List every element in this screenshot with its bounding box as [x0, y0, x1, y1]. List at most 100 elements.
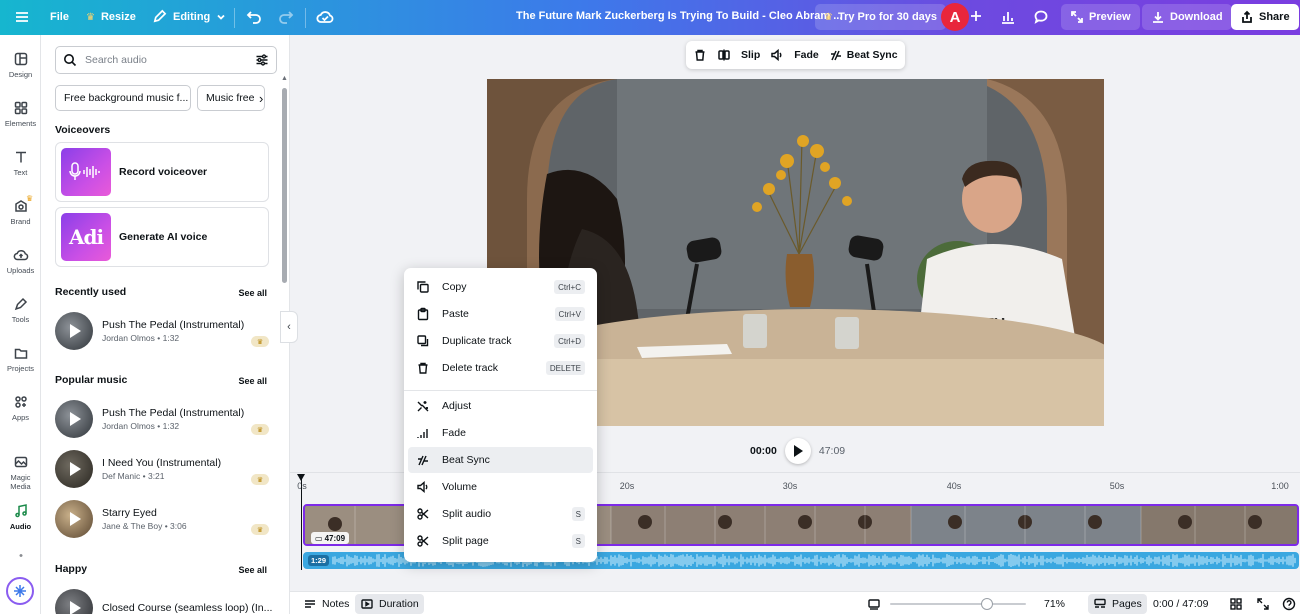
menu-item-duplicate-track[interactable]: Duplicate track Ctrl+D: [408, 328, 593, 354]
magic-assistant-button[interactable]: [6, 577, 34, 605]
menu-item-paste[interactable]: Paste Ctrl+V: [408, 301, 593, 327]
menu-item-delete-track[interactable]: Delete track DELETE: [408, 355, 593, 381]
volume-icon[interactable]: [770, 48, 784, 62]
rail-item-apps[interactable]: Apps: [0, 394, 41, 422]
divider: [305, 8, 306, 28]
split-audio-icon: [417, 508, 429, 520]
zoom-slider-handle[interactable]: [980, 598, 993, 610]
filter-icon[interactable]: [255, 53, 269, 67]
chevron-right-icon[interactable]: ›: [259, 91, 263, 106]
editing-mode-button[interactable]: Editing: [152, 9, 226, 24]
menu-item-beat-sync[interactable]: Beat Sync: [408, 447, 593, 473]
zoom-slider[interactable]: [890, 598, 1026, 610]
clip-duration-badge: ▭ 47:09: [311, 532, 350, 544]
file-menu-button[interactable]: File: [50, 11, 69, 23]
rail-item-design[interactable]: Design: [0, 51, 41, 79]
expand-icon: [1071, 11, 1083, 23]
comments-button[interactable]: [1033, 9, 1049, 25]
suggestion-chip[interactable]: Free background music f...: [55, 85, 191, 111]
see-all-link[interactable]: See all: [238, 565, 267, 575]
grid-view-button[interactable]: [1224, 594, 1248, 614]
layout-icon: [14, 52, 27, 66]
audio-track-item[interactable]: Push The Pedal (Instrumental) Jordan Olm…: [55, 311, 269, 351]
menu-item-label: Fade: [442, 427, 466, 439]
audio-track-item[interactable]: I Need You (Instrumental) Def Manic • 3:…: [55, 449, 269, 489]
preview-button[interactable]: Preview: [1061, 4, 1140, 30]
see-all-link[interactable]: See all: [238, 376, 267, 386]
avatar[interactable]: A: [941, 3, 969, 31]
menu-item-split-page[interactable]: Split page S: [408, 528, 593, 554]
pages-button[interactable]: Pages: [1088, 594, 1147, 614]
crown-icon: ♛: [251, 336, 269, 347]
audio-track-item[interactable]: Closed Course (seamless loop) (In...: [55, 588, 272, 614]
redo-icon: [279, 11, 294, 24]
paste-icon: [417, 307, 429, 321]
split-page-icon: [417, 535, 429, 547]
rail-item-elements[interactable]: Elements: [0, 100, 41, 128]
duplicate-icon: [417, 335, 429, 347]
download-icon: [1153, 12, 1163, 23]
slip-button[interactable]: Slip: [741, 49, 760, 61]
rail-item-magic-media[interactable]: Magic Media: [0, 454, 41, 491]
zoom-level[interactable]: 71%: [1039, 594, 1070, 614]
play-button[interactable]: [784, 438, 811, 464]
rail-item-tools[interactable]: Tools: [0, 296, 41, 324]
rail-item-projects[interactable]: Projects: [0, 345, 41, 373]
play-icon[interactable]: [55, 312, 93, 350]
menu-item-adjust[interactable]: Adjust: [408, 393, 593, 419]
help-icon: [1282, 597, 1296, 611]
shortcut: Ctrl+C: [554, 280, 585, 294]
generate-ai-voice-card[interactable]: Adi Generate AI voice: [55, 207, 269, 267]
menu-item-copy[interactable]: Copy Ctrl+C: [408, 274, 593, 300]
audio-track-item[interactable]: Push The Pedal (Instrumental) Jordan Olm…: [55, 399, 269, 439]
crown-icon: ♛: [86, 11, 95, 23]
beat-sync-button[interactable]: Beat Sync: [829, 48, 898, 62]
menu-item-fade[interactable]: Fade: [408, 420, 593, 446]
undo-button[interactable]: [246, 9, 262, 25]
search-audio-field[interactable]: Search audio: [55, 46, 277, 74]
scroll-up-arrow[interactable]: ▲: [281, 75, 288, 82]
try-pro-button[interactable]: ♛ Try Pro for 30 days: [815, 4, 947, 30]
play-icon[interactable]: [55, 450, 93, 488]
menu-item-volume[interactable]: Volume: [408, 474, 593, 500]
rail-item-more[interactable]: [0, 550, 41, 569]
collapse-panel-button[interactable]: ‹: [280, 311, 298, 343]
clip-duration: 47:09: [324, 533, 346, 543]
trash-icon[interactable]: [693, 48, 707, 62]
track-meta: Jane & The Boy • 3:06: [102, 521, 187, 531]
insights-button[interactable]: [1000, 9, 1016, 25]
rail-item-uploads[interactable]: Uploads: [0, 247, 41, 275]
resize-button[interactable]: ♛ Resize: [86, 11, 136, 23]
download-label: Download: [1170, 11, 1223, 23]
document-title[interactable]: The Future Mark Zuckerberg Is Trying To …: [516, 10, 842, 22]
menu-button[interactable]: [14, 9, 30, 25]
fade-button[interactable]: Fade: [794, 49, 819, 61]
share-button[interactable]: Share: [1231, 4, 1299, 30]
play-icon[interactable]: [55, 400, 93, 438]
playhead[interactable]: [297, 474, 305, 570]
menu-item-label: Volume: [442, 481, 478, 493]
fullscreen-button[interactable]: [1251, 594, 1275, 614]
download-button[interactable]: Download: [1142, 4, 1232, 30]
menu-item-split-audio[interactable]: Split audio S: [408, 501, 593, 527]
save-status-button[interactable]: [316, 8, 334, 26]
duration-button[interactable]: Duration: [355, 594, 424, 614]
panel-scrollbar[interactable]: [282, 88, 287, 283]
fit-button[interactable]: [862, 594, 886, 614]
notes-button[interactable]: Notes: [298, 594, 354, 614]
add-collaborator-button[interactable]: [969, 9, 983, 23]
play-icon[interactable]: [55, 500, 93, 538]
rail-item-brand[interactable]: Brand ♛: [0, 194, 41, 226]
bottom-bar: Notes Duration 71% Pages 0:00 / 47:09: [290, 591, 1300, 614]
track-title: I Need You (Instrumental): [102, 457, 222, 469]
record-voiceover-card[interactable]: Record voiceover: [55, 142, 269, 202]
see-all-link[interactable]: See all: [238, 288, 267, 298]
split-icon[interactable]: [717, 48, 731, 62]
play-icon[interactable]: [55, 589, 93, 614]
suggestion-chip[interactable]: Music free: [197, 85, 265, 111]
help-button[interactable]: [1277, 594, 1300, 614]
redo-button[interactable]: [278, 9, 294, 25]
rail-item-text[interactable]: Text: [0, 149, 41, 177]
audio-track-item[interactable]: Starry Eyed Jane & The Boy • 3:06 ♛: [55, 499, 269, 539]
rail-item-audio[interactable]: Audio: [0, 503, 41, 531]
